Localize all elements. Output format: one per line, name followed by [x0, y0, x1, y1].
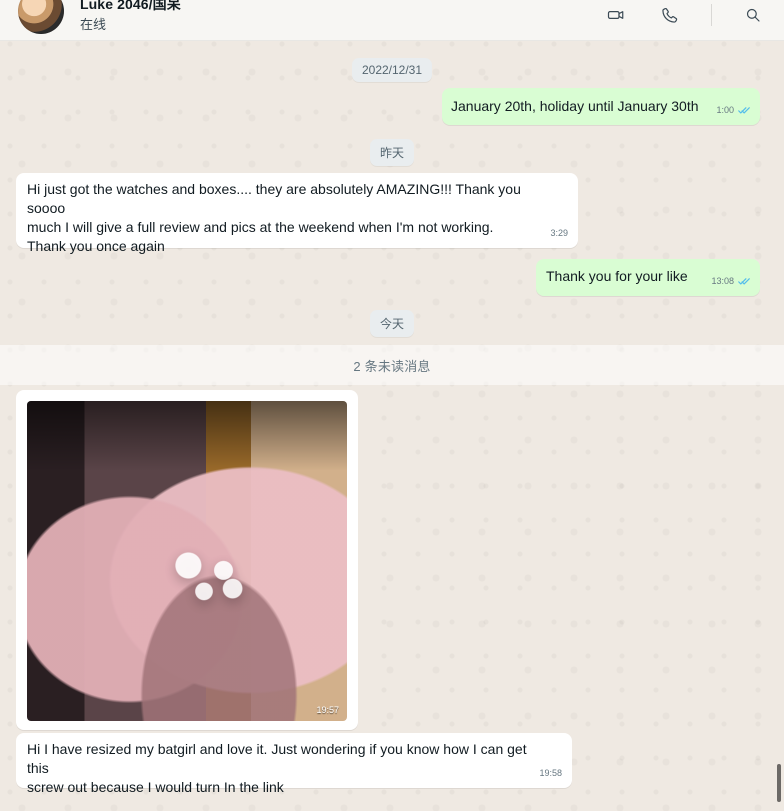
message-time: 19:58 — [539, 768, 562, 778]
contact-name[interactable]: Luke 2046/国呆 — [80, 0, 181, 14]
message-photo[interactable]: 19:57 — [27, 401, 347, 721]
chat-header: Luke 2046/国呆 在线 — [0, 0, 784, 41]
message-time: 3:29 — [550, 228, 568, 238]
double-check-icon — [738, 278, 750, 285]
header-separator — [711, 4, 712, 26]
message-bubble-image[interactable]: 19:57 — [16, 390, 358, 730]
message-time: 13:08 — [711, 276, 734, 286]
unread-banner: 2 条未读消息 — [0, 345, 784, 385]
message-time: 1:00 — [716, 105, 734, 115]
date-divider: 昨天 — [369, 139, 415, 166]
double-check-icon — [738, 107, 750, 114]
message-text: January 20th, holiday until January 30th — [451, 98, 699, 114]
message-text: Thank you for your like — [546, 268, 688, 284]
chat-scrollbar[interactable] — [777, 764, 781, 802]
ring-in-photo — [152, 541, 282, 611]
contact-avatar[interactable] — [18, 0, 64, 34]
header-actions — [603, 0, 766, 30]
video-call-icon[interactable] — [603, 2, 629, 28]
message-bubble-incoming[interactable]: Hi I have resized my batgirl and love it… — [16, 733, 572, 795]
message-time: 19:57 — [316, 705, 339, 715]
contact-status: 在线 — [80, 17, 107, 32]
date-divider: 今天 — [369, 310, 415, 337]
message-bubble-incoming[interactable]: Hi just got the watches and boxes.... th… — [16, 173, 578, 254]
message-text: Hi I have resized my batgirl and love it… — [27, 741, 527, 795]
message-bubble-outgoing[interactable]: Thank you for your like 13:08 — [536, 259, 760, 296]
message-meta: 3:29 — [550, 224, 568, 243]
date-divider: 2022/12/31 — [351, 58, 433, 82]
message-text: Hi just got the watches and boxes.... th… — [27, 181, 521, 254]
search-icon[interactable] — [740, 2, 766, 28]
message-meta: 13:08 — [711, 272, 750, 291]
message-meta: 19:58 — [539, 764, 562, 783]
unread-text: 2 条未读消息 — [353, 358, 431, 374]
message-meta: 1:00 — [716, 101, 750, 120]
phone-icon[interactable] — [657, 2, 683, 28]
message-bubble-outgoing[interactable]: January 20th, holiday until January 30th… — [442, 88, 760, 125]
chat-area: 2022/12/31 January 20th, holiday until J… — [0, 40, 784, 811]
